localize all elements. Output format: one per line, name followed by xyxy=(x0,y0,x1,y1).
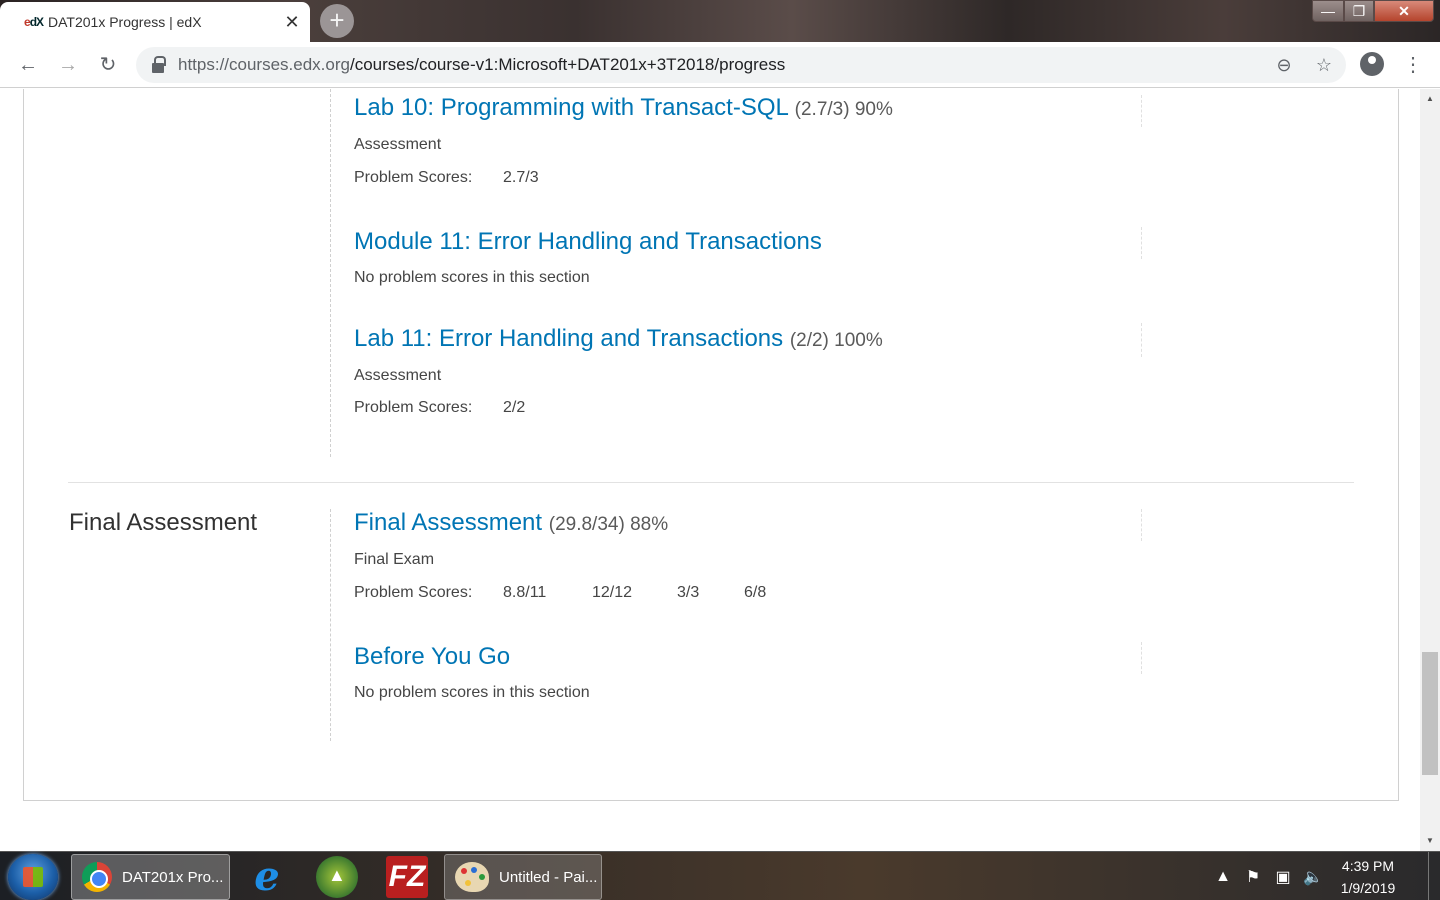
browser-tab[interactable]: edX DAT201x Progress | edX ✕ xyxy=(0,2,310,42)
scrollbar-thumb[interactable] xyxy=(1422,652,1438,775)
browser-menu-icon[interactable]: ⋮ xyxy=(1400,52,1426,78)
row-divider xyxy=(1141,323,1142,357)
problem-scores-label: Problem Scores: xyxy=(354,584,473,601)
paint-icon xyxy=(455,862,489,892)
row-divider xyxy=(1141,642,1142,674)
problem-scores-label: Problem Scores: xyxy=(354,399,473,416)
taskbar-chrome[interactable]: DAT201x Pro... xyxy=(71,854,230,900)
section-format: Final Exam xyxy=(354,551,435,568)
problem-scores-label: Problem Scores: xyxy=(354,169,473,186)
section-title-lab10[interactable]: Lab 10: Programming with Transact-SQL (2… xyxy=(354,94,893,122)
window-controls: — ❐ ✕ xyxy=(1312,0,1434,22)
section-link[interactable]: Lab 10: Programming with Transact-SQL xyxy=(354,94,788,121)
volume-icon[interactable]: 🔈 xyxy=(1298,867,1328,887)
browser-toolbar: ← → ↻ https://courses.edx.org/courses/co… xyxy=(0,42,1440,88)
omnibox-actions: ⊖ ☆ xyxy=(1272,53,1336,77)
tab-title: DAT201x Progress | edX xyxy=(48,14,202,30)
row-divider xyxy=(1141,95,1142,127)
new-tab-button[interactable]: + xyxy=(320,4,354,38)
problem-score: 2.7/3 xyxy=(503,169,539,186)
row-divider xyxy=(1141,509,1142,541)
section-link[interactable]: Before You Go xyxy=(354,643,510,670)
bookmark-star-icon[interactable]: ☆ xyxy=(1312,53,1336,77)
edx-favicon-icon: edX xyxy=(24,15,44,29)
forward-arrow-icon[interactable]: → xyxy=(55,52,81,78)
no-scores-note: No problem scores in this section xyxy=(354,269,590,286)
progress-card xyxy=(23,89,1399,801)
close-window-button[interactable]: ✕ xyxy=(1374,0,1434,22)
reload-icon[interactable]: ↻ xyxy=(95,52,121,78)
section-title-before-you-go[interactable]: Before You Go xyxy=(354,643,510,671)
url-host: https://courses.edx.org xyxy=(178,55,350,74)
taskbar-label: Untitled - Pai... xyxy=(499,868,598,886)
section-divider-line xyxy=(330,89,331,457)
section-score: (2.7/3) 90% xyxy=(794,99,893,120)
section-link[interactable]: Lab 11: Error Handling and Transactions xyxy=(354,325,783,352)
section-title-module11[interactable]: Module 11: Error Handling and Transactio… xyxy=(354,228,822,256)
system-tray: ▲ ⚑ ▣ 🔈 4:39 PM 1/9/2019 xyxy=(1208,852,1440,900)
taskbar-paint[interactable]: Untitled - Pai... xyxy=(444,854,602,900)
filezilla-icon[interactable]: FZ xyxy=(386,856,428,898)
show-desktop-button[interactable] xyxy=(1428,852,1440,900)
lock-icon[interactable] xyxy=(152,55,166,73)
vertical-scrollbar[interactable]: ▲ ▼ xyxy=(1420,89,1440,851)
no-scores-note: No problem scores in this section xyxy=(354,684,590,701)
section-score: (29.8/34) 88% xyxy=(548,514,669,535)
problem-score: 3/3 xyxy=(677,584,700,601)
problem-score: 2/2 xyxy=(503,399,526,416)
chapter-separator xyxy=(68,482,1354,483)
scroll-down-arrow-icon[interactable]: ▼ xyxy=(1420,833,1440,849)
action-center-flag-icon[interactable]: ⚑ xyxy=(1238,867,1268,887)
url-text[interactable]: https://courses.edx.org/courses/course-v… xyxy=(178,55,785,75)
android-studio-icon[interactable] xyxy=(316,856,358,898)
windows-taskbar: DAT201x Pro... e FZ Untitled - Pai... ▲ … xyxy=(0,851,1440,900)
address-bar[interactable]: https://courses.edx.org/courses/course-v… xyxy=(136,47,1346,83)
minimize-button[interactable]: — xyxy=(1312,0,1344,22)
maximize-button[interactable]: ❐ xyxy=(1344,0,1374,22)
chrome-icon xyxy=(82,862,112,892)
back-arrow-icon[interactable]: ← xyxy=(15,52,41,78)
system-clock[interactable]: 4:39 PM 1/9/2019 xyxy=(1328,855,1408,899)
scroll-up-arrow-icon[interactable]: ▲ xyxy=(1420,91,1440,107)
clock-time: 4:39 PM xyxy=(1341,857,1395,874)
profile-avatar-icon[interactable] xyxy=(1360,52,1384,76)
problem-score: 8.8/11 xyxy=(503,584,547,601)
clock-date: 1/9/2019 xyxy=(1340,879,1396,896)
section-title-lab11[interactable]: Lab 11: Error Handling and Transactions … xyxy=(354,325,883,353)
section-title-final-assessment[interactable]: Final Assessment (29.8/34) 88% xyxy=(354,509,668,537)
tab-close-icon[interactable]: ✕ xyxy=(274,12,310,33)
internet-explorer-icon[interactable]: e xyxy=(246,856,288,898)
taskbar-label: DAT201x Pro... xyxy=(122,868,224,886)
section-format: Assessment xyxy=(354,136,442,153)
problem-score: 6/8 xyxy=(744,584,767,601)
row-divider xyxy=(1141,227,1142,259)
start-button[interactable] xyxy=(8,854,58,900)
section-format: Assessment xyxy=(354,367,442,384)
chapter-title: Final Assessment xyxy=(69,509,258,536)
section-divider-line xyxy=(330,509,331,741)
section-link[interactable]: Module 11: Error Handling and Transactio… xyxy=(354,228,822,255)
problem-score: 12/12 xyxy=(592,584,633,601)
page-viewport: Lab 10: Programming with Transact-SQL (2… xyxy=(0,89,1420,851)
browser-title-bar: edX DAT201x Progress | edX ✕ + — ❐ ✕ xyxy=(0,0,1440,42)
section-score: (2/2) 100% xyxy=(789,330,883,351)
zoom-icon[interactable]: ⊖ xyxy=(1272,53,1296,77)
url-path: /courses/course-v1:Microsoft+DAT201x+3T2… xyxy=(349,55,786,74)
network-icon[interactable]: ▣ xyxy=(1268,867,1298,887)
section-link[interactable]: Final Assessment xyxy=(354,509,542,536)
show-hidden-icons-icon[interactable]: ▲ xyxy=(1208,868,1238,886)
